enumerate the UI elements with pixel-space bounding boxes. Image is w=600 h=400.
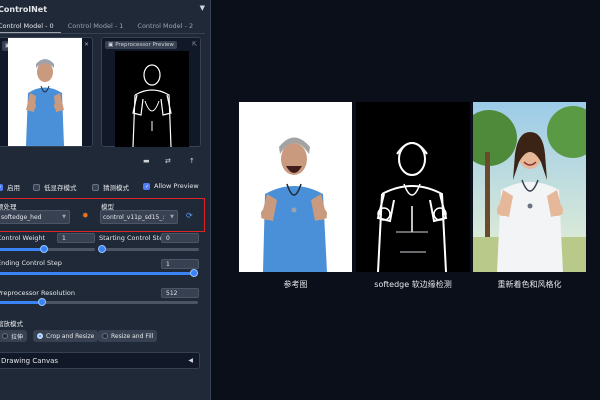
- checkbox-icon[interactable]: [143, 182, 150, 190]
- low-vram-checkbox[interactable]: 低显存模式: [33, 182, 77, 192]
- resolution-label: Preprocessor Resolution: [0, 289, 75, 297]
- caption-softedge: softedge 软边缘检测: [374, 280, 452, 289]
- chevron-down-icon: ▼: [62, 214, 66, 220]
- starting-step-input[interactable]: 0: [161, 233, 199, 243]
- camera-icon[interactable]: ▬: [143, 157, 150, 165]
- guess-mode-checkbox[interactable]: 猜测模式: [92, 182, 129, 192]
- low-vram-label: 低显存模式: [44, 184, 77, 192]
- explosion-icon[interactable]: ✸: [82, 211, 89, 220]
- preprocessor-value: softedge_hed: [1, 213, 42, 221]
- preview-label: Preprocessor Preview: [115, 42, 174, 48]
- radio-icon[interactable]: [37, 333, 43, 339]
- resize-option-crop[interactable]: Crop and Resize: [33, 330, 99, 342]
- resize-option-stretch[interactable]: 拉伸: [0, 330, 28, 342]
- allow-preview-checkbox[interactable]: Allow Preview: [143, 182, 199, 190]
- resolution-input[interactable]: 512: [161, 288, 199, 298]
- drawing-canvas-label: Drawing Canvas: [1, 356, 59, 365]
- checkbox-icon[interactable]: [92, 183, 99, 191]
- stylized-image: [473, 102, 586, 272]
- resize-mode-label: 缩放模式: [0, 320, 23, 328]
- resolution-slider[interactable]: [0, 298, 198, 306]
- panel-title: ControlNet: [0, 4, 48, 14]
- control-weight-input[interactable]: 1: [57, 233, 95, 243]
- swap-icon[interactable]: ⇄: [165, 157, 171, 165]
- tabs-divider: [0, 33, 205, 34]
- model-select[interactable]: control_v11p_sd15_: ▼: [100, 210, 178, 224]
- resize-option-label: 拉伸: [11, 333, 24, 341]
- enable-checkbox[interactable]: 启用: [0, 182, 20, 192]
- preprocessor-select[interactable]: softedge_hed ▼: [0, 210, 70, 224]
- tab-control-model-2[interactable]: Control Model - 2: [137, 19, 200, 33]
- resize-option-fill[interactable]: Resize and Fill: [98, 330, 158, 342]
- slider-fill: [0, 248, 44, 251]
- allow-preview-label: Allow Preview: [154, 182, 199, 190]
- resize-option-label: Crop and Resize: [46, 332, 95, 340]
- ending-step-slider[interactable]: [0, 269, 198, 277]
- panel-header[interactable]: ControlNet ▼: [0, 0, 210, 18]
- expand-left-icon[interactable]: ◀: [188, 357, 193, 364]
- expand-icon[interactable]: ⇱: [192, 41, 197, 48]
- send-up-icon[interactable]: ↑: [189, 157, 195, 165]
- preview-label-badge: ▣ Preprocessor Preview: [105, 41, 177, 49]
- controlnet-panel: ControlNet ▼ Control Model - 0 Control M…: [0, 0, 211, 400]
- starting-step-slider[interactable]: [98, 245, 199, 253]
- input-image: [8, 38, 82, 146]
- checkbox-icon[interactable]: [0, 183, 3, 191]
- slider-thumb[interactable]: [190, 269, 198, 277]
- reference-image: [239, 102, 352, 272]
- slider-fill: [0, 272, 194, 275]
- control-weight-label: Control Weight: [0, 234, 46, 242]
- resize-option-label: Resize and Fill: [111, 332, 154, 340]
- model-value: control_v11p_sd15_:: [103, 213, 165, 221]
- enable-label: 启用: [7, 184, 20, 192]
- slider-thumb[interactable]: [98, 245, 106, 253]
- starting-step-label: Starting Control Step: [99, 234, 168, 242]
- chevron-down-icon: ▼: [170, 214, 174, 220]
- checkbox-icon[interactable]: [33, 183, 40, 191]
- tab-control-model-1[interactable]: Control Model - 1: [68, 19, 131, 33]
- slider-thumb[interactable]: [38, 298, 46, 306]
- slider-fill: [0, 301, 42, 304]
- caption-reference: 参考图: [283, 280, 308, 289]
- collapse-icon[interactable]: ▼: [200, 4, 205, 12]
- preprocessor-preview-box[interactable]: ▣ Preprocessor Preview ⇱: [101, 37, 201, 147]
- radio-icon[interactable]: [102, 333, 108, 339]
- caption-stylized: 重新着色和风格化: [497, 280, 562, 289]
- refresh-icon[interactable]: ⟳: [186, 211, 193, 220]
- ending-step-label: Ending Control Step: [0, 259, 62, 267]
- image-icon: ▣: [108, 42, 114, 48]
- ending-step-input[interactable]: 1: [161, 259, 199, 269]
- input-image-box[interactable]: ▣ 图像 ⧉ ✕: [0, 37, 93, 147]
- tab-control-model-0[interactable]: Control Model - 0: [0, 19, 61, 33]
- drawing-canvas-accordion[interactable]: Drawing Canvas ◀: [0, 352, 200, 369]
- slider-thumb[interactable]: [40, 245, 48, 253]
- radio-icon[interactable]: [2, 333, 8, 339]
- control-model-tabs: Control Model - 0 Control Model - 1 Cont…: [0, 19, 207, 33]
- guess-mode-label: 猜测模式: [103, 184, 129, 192]
- softedge-image: [356, 102, 470, 272]
- app-root: ControlNet ▼ Control Model - 0 Control M…: [0, 0, 600, 400]
- close-icon[interactable]: ✕: [84, 41, 89, 48]
- control-weight-slider[interactable]: [0, 245, 95, 253]
- preview-image: [115, 51, 189, 147]
